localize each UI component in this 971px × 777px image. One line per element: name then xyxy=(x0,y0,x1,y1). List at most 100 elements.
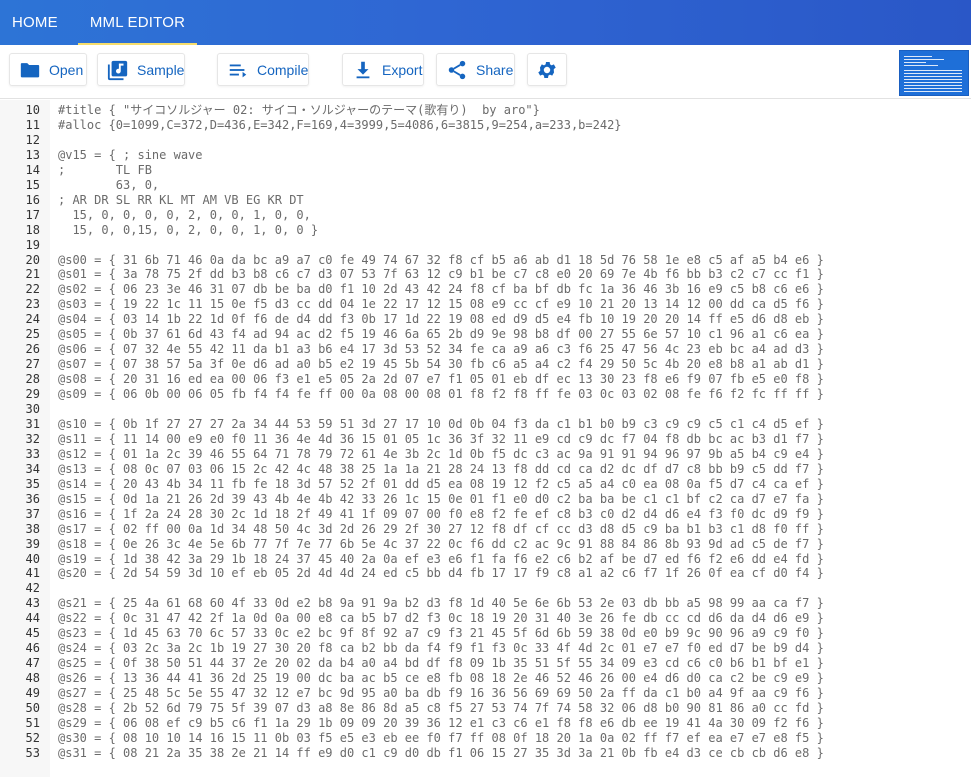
line-number: 24 xyxy=(25,312,40,327)
code-line[interactable]: 12 xyxy=(0,133,971,148)
code-text: @s30 = { 08 10 10 14 16 15 11 0b 03 f5 e… xyxy=(58,730,824,745)
code-text: #alloc {0=1099,C=372,D=436,E=342,F=169,4… xyxy=(58,117,622,132)
code-line[interactable]: 49 @s27 = { 25 48 5c 5e 55 47 32 12 e7 bc… xyxy=(0,686,971,701)
settings-button[interactable] xyxy=(527,53,567,86)
code-text: @s04 = { 03 14 1b 22 1d 0f f6 de d4 dd f… xyxy=(58,312,824,327)
code-text: 63, 0, xyxy=(58,177,160,192)
line-number: 41 xyxy=(25,566,40,581)
code-text: @s05 = { 0b 37 61 6d 43 f4 ad 94 ac d2 f… xyxy=(58,327,824,342)
code-text: @s01 = { 3a 78 75 2f dd b3 b8 c6 c7 d3 0… xyxy=(58,267,824,282)
code-text: @s25 = { 0f 38 50 51 44 37 2e 20 02 da b… xyxy=(58,656,824,671)
code-text: ; TL FB xyxy=(58,162,152,177)
line-number: 44 xyxy=(25,611,40,626)
code-line[interactable]: 32 @s11 = { 11 14 00 e9 e0 f0 11 36 4e 4d… xyxy=(0,432,971,447)
code-line[interactable]: 29 @s09 = { 06 0b 00 06 05 fb f4 f4 fe ff… xyxy=(0,387,971,402)
code-text: 15, 0, 0,15, 0, 2, 0, 0, 1, 0, 0 } xyxy=(58,222,319,237)
code-text: @s03 = { 19 22 1c 11 15 0e f5 d3 cc dd 0… xyxy=(58,297,824,312)
code-line[interactable]: 44 @s22 = { 0c 31 47 42 2f 1a 0d 0a 00 e8… xyxy=(0,611,971,626)
line-number: 22 xyxy=(25,282,40,297)
code-line[interactable]: 52 @s30 = { 08 10 10 14 16 15 11 0b 03 f5… xyxy=(0,731,971,746)
code-line[interactable]: 30 xyxy=(0,402,971,417)
code-line[interactable]: 22 @s02 = { 06 23 3e 46 31 07 db be ba d0… xyxy=(0,282,971,297)
code-line[interactable]: 45 @s23 = { 1d 45 63 70 6c 57 33 0c e2 bc… xyxy=(0,626,971,641)
editor-minimap[interactable] xyxy=(899,50,969,96)
line-number: 51 xyxy=(25,715,40,730)
code-text: @s23 = { 1d 45 63 70 6c 57 33 0c e2 bc 9… xyxy=(58,626,824,641)
share-button[interactable]: Share xyxy=(436,53,515,86)
code-line[interactable]: 18 15, 0, 0,15, 0, 2, 0, 0, 1, 0, 0 } xyxy=(0,223,971,238)
code-line[interactable]: 36 @s15 = { 0d 1a 21 26 2d 39 43 4b 4e 4b… xyxy=(0,492,971,507)
line-number: 48 xyxy=(25,671,40,686)
code-line[interactable]: 14 ; TL FB xyxy=(0,163,971,178)
code-line[interactable]: 48 @s26 = { 13 36 44 41 36 2d 25 19 00 dc… xyxy=(0,671,971,686)
line-number: 52 xyxy=(25,730,40,745)
code-line[interactable]: 21 @s01 = { 3a 78 75 2f dd b3 b8 c6 c7 d3… xyxy=(0,267,971,282)
download-icon xyxy=(356,61,370,78)
code-line[interactable]: 23 @s03 = { 19 22 1c 11 15 0e f5 d3 cc dd… xyxy=(0,297,971,312)
code-line[interactable]: 50 @s28 = { 2b 52 6d 79 75 5f 39 07 d3 a8… xyxy=(0,701,971,716)
export-button[interactable]: Export xyxy=(342,53,424,86)
code-text: @s26 = { 13 36 44 41 36 2d 25 19 00 dc b… xyxy=(58,671,824,686)
code-line[interactable]: 31 @s10 = { 0b 1f 27 27 27 2a 34 44 53 59… xyxy=(0,417,971,432)
code-line[interactable]: 10 #title { "サイコソルジャー 02: サイコ・ソルジャーのテーマ(歌… xyxy=(0,103,971,118)
line-number: 16 xyxy=(25,192,40,207)
code-text: @s00 = { 31 6b 71 46 0a da bc a9 a7 c0 f… xyxy=(58,252,824,267)
line-number: 30 xyxy=(25,402,40,416)
sample-button-label: Sample xyxy=(137,61,185,78)
code-line[interactable]: 27 @s07 = { 07 38 57 5a 3f 0e d6 ad a0 b5… xyxy=(0,357,971,372)
code-line[interactable]: 47 @s25 = { 0f 38 50 51 44 37 2e 20 02 da… xyxy=(0,656,971,671)
code-line[interactable]: 28 @s08 = { 20 31 16 ed ea 00 06 f3 e1 e5… xyxy=(0,372,971,387)
line-number: 46 xyxy=(25,641,40,656)
code-line[interactable]: 20 @s00 = { 31 6b 71 46 0a da bc a9 a7 c0… xyxy=(0,253,971,268)
compile-button[interactable]: Compile xyxy=(217,53,309,86)
code-line[interactable]: 35 @s14 = { 20 43 4b 34 11 fb fe 18 3d 57… xyxy=(0,477,971,492)
code-line[interactable]: 51 @s29 = { 06 08 ef c9 b5 c6 f1 1a 29 1b… xyxy=(0,716,971,731)
code-line[interactable]: 53 @s31 = { 08 21 2a 35 38 2e 21 14 ff e9… xyxy=(0,746,971,761)
code-text: @s14 = { 20 43 4b 34 11 fb fe 18 3d 57 5… xyxy=(58,476,824,491)
code-line[interactable]: 46 @s24 = { 03 2c 3a 2c 1b 19 27 30 20 f8… xyxy=(0,641,971,656)
code-line[interactable]: 34 @s13 = { 08 0c 07 03 06 15 2c 42 4c 48… xyxy=(0,462,971,477)
code-line[interactable]: 39 @s18 = { 0e 26 3c 4e 5e 6b 77 7f 7e 77… xyxy=(0,537,971,552)
code-text: @s22 = { 0c 31 47 42 2f 1a 0d 0a 00 e8 c… xyxy=(58,611,824,626)
code-line[interactable]: 19 xyxy=(0,238,971,253)
code-text: @s20 = { 2d 54 59 3d 10 ef eb 05 2d 4d 4… xyxy=(58,566,824,581)
line-number: 18 xyxy=(25,222,40,237)
line-number: 43 xyxy=(25,596,40,611)
line-number: 33 xyxy=(25,446,40,461)
code-line[interactable]: 33 @s12 = { 01 1a 2c 39 46 55 64 71 78 79… xyxy=(0,447,971,462)
mml-code-editor[interactable]: 10 #title { "サイコソルジャー 02: サイコ・ソルジャーのテーマ(歌… xyxy=(0,100,971,777)
nav-tab-mml-editor[interactable]: MML EDITOR xyxy=(77,0,198,45)
code-line[interactable]: 26 @s06 = { 07 32 4e 55 42 11 da b1 a3 b6… xyxy=(0,342,971,357)
code-line[interactable]: 25 @s05 = { 0b 37 61 6d 43 f4 ad 94 ac d2… xyxy=(0,327,971,342)
line-number: 34 xyxy=(25,461,40,476)
code-line[interactable]: 41 @s20 = { 2d 54 59 3d 10 ef eb 05 2d 4d… xyxy=(0,566,971,581)
code-line[interactable]: 40 @s19 = { 1d 38 42 3a 29 1b 18 24 37 45… xyxy=(0,552,971,567)
line-number: 12 xyxy=(25,132,40,147)
line-number: 20 xyxy=(25,252,40,267)
nav-tab-home[interactable]: HOME xyxy=(0,0,70,45)
code-line[interactable]: 17 15, 0, 0, 0, 0, 2, 0, 0, 1, 0, 0, xyxy=(0,208,971,223)
code-line[interactable]: 24 @s04 = { 03 14 1b 22 1d 0f f6 de d4 dd… xyxy=(0,312,971,327)
code-text: @s08 = { 20 31 16 ed ea 00 06 f3 e1 e5 0… xyxy=(58,372,824,387)
code-line[interactable]: 16 ; AR DR SL RR KL MT AM VB EG KR DT xyxy=(0,193,971,208)
open-button-label: Open xyxy=(49,61,84,78)
line-number: 53 xyxy=(25,745,40,760)
open-button[interactable]: Open xyxy=(9,53,87,86)
code-line[interactable]: 37 @s16 = { 1f 2a 24 28 30 2c 1d 18 2f 49… xyxy=(0,507,971,522)
code-line[interactable]: 15 63, 0, xyxy=(0,178,971,193)
code-line[interactable]: 42 xyxy=(0,581,971,596)
line-number: 32 xyxy=(25,431,40,446)
code-text: @s31 = { 08 21 2a 35 38 2e 21 14 ff e9 d… xyxy=(58,745,824,760)
list-lines-icon xyxy=(229,64,247,77)
code-line[interactable]: 13 @v15 = { ; sine wave xyxy=(0,148,971,163)
sample-button[interactable]: Sample xyxy=(97,53,185,86)
code-line[interactable]: 11 #alloc {0=1099,C=372,D=436,E=342,F=169… xyxy=(0,118,971,133)
line-number: 36 xyxy=(25,491,40,506)
code-text: @s13 = { 08 0c 07 03 06 15 2c 42 4c 48 3… xyxy=(58,461,824,476)
line-number: 38 xyxy=(25,521,40,536)
code-line[interactable]: 43 @s21 = { 25 4a 61 68 60 4f 33 0d e2 b8… xyxy=(0,596,971,611)
line-number: 15 xyxy=(25,177,40,192)
code-line[interactable]: 38 @s17 = { 02 ff 00 0a 1d 34 48 50 4c 3d… xyxy=(0,522,971,537)
app-bar: HOME MML EDITOR xyxy=(0,0,971,45)
code-text: 15, 0, 0, 0, 0, 2, 0, 0, 1, 0, 0, xyxy=(58,207,311,222)
